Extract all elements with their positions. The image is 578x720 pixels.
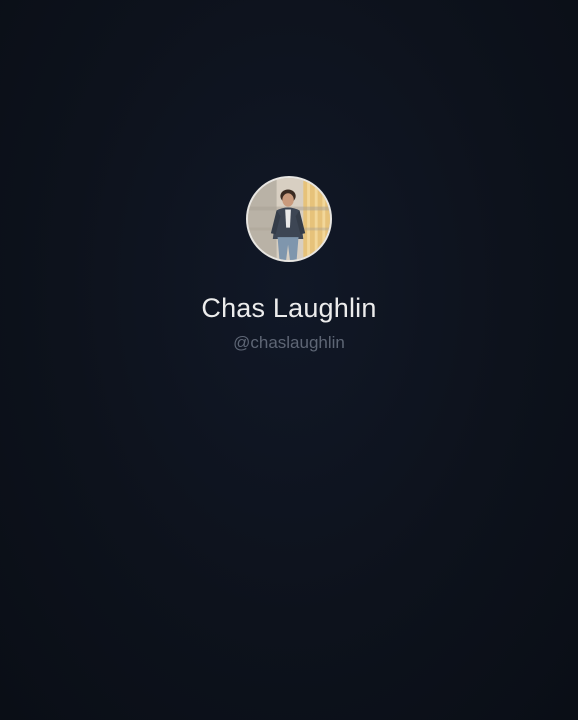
username-handle: @chaslaughlin: [233, 333, 345, 352]
profile-screen: Chas Laughlin @chaslaughlin: [0, 0, 578, 720]
avatar[interactable]: [246, 176, 332, 262]
avatar-photo-icon: [248, 178, 330, 260]
display-name: Chas Laughlin: [201, 293, 377, 323]
profile-card: Chas Laughlin @chaslaughlin: [0, 176, 578, 353]
